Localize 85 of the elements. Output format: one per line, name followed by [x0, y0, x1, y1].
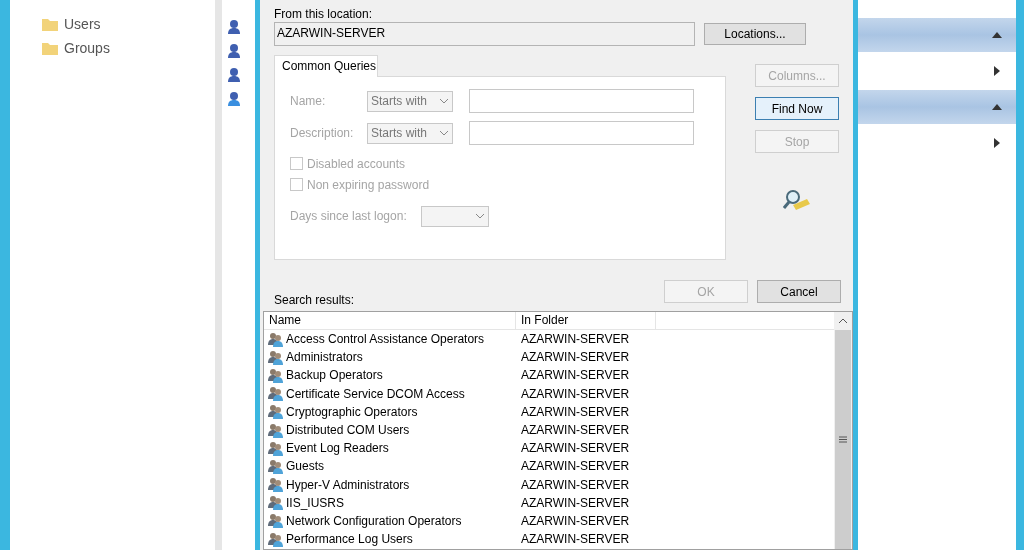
result-row[interactable]: Network Configuration Operators AZARWIN-SERVER — [264, 511, 834, 531]
location-label: From this location: — [274, 6, 374, 21]
group-name: IIS_IUSRS — [286, 494, 345, 512]
column-header[interactable]: In Folder — [516, 312, 656, 329]
arrow-icon[interactable] — [994, 66, 1000, 76]
user-group-icon — [267, 422, 284, 438]
locations-button[interactable]: Locations... — [704, 23, 806, 45]
user-icon — [228, 68, 240, 82]
result-row[interactable]: Distributed COM Users AZARWIN-SERVER — [264, 420, 834, 440]
chevron-down-icon — [475, 213, 485, 219]
folder-name: AZARWIN-SERVER — [520, 531, 630, 549]
result-row[interactable]: Cryptographic Operators AZARWIN-SERVER — [264, 402, 834, 421]
user-group-icon — [267, 404, 284, 420]
group-name: Backup Operators — [286, 367, 383, 385]
folder-name: AZARWIN-SERVER — [520, 440, 630, 458]
user-icon — [228, 44, 240, 58]
field-label: Name: — [290, 93, 327, 110]
user-group-icon — [267, 458, 284, 474]
folder-name: AZARWIN-SERVER — [520, 422, 630, 440]
group-name: Access Control Assistance Operators — [286, 331, 485, 349]
result-row[interactable]: Access Control Assistance Operators AZARWIN-SERVER — [264, 330, 834, 349]
group-name: Administrators — [286, 349, 363, 367]
result-row[interactable]: Hyper-V Administrators AZARWIN-SERVER — [264, 475, 834, 494]
folder-name: AZARWIN-SERVER — [520, 403, 630, 421]
result-row[interactable]: Guests AZARWIN-SERVER — [264, 457, 834, 476]
result-row[interactable]: Certificate Service DCOM Access AZARWIN-SERVER — [264, 384, 834, 403]
folder-icon — [42, 17, 58, 31]
column-header[interactable]: Name — [264, 312, 516, 329]
field-label: Description: — [290, 125, 355, 142]
folder-name: AZARWIN-SERVER — [520, 367, 630, 385]
folder-name: AZARWIN-SERVER — [520, 458, 630, 476]
chevron-down-icon — [439, 98, 449, 104]
group-name: Hyper-V Administrators — [286, 476, 410, 494]
collapse-icon[interactable] — [992, 32, 1002, 38]
collapse-icon[interactable] — [992, 104, 1002, 110]
folder-name: AZARWIN-SERVER — [520, 494, 630, 512]
text-field[interactable] — [469, 121, 694, 145]
result-row[interactable]: Backup Operators AZARWIN-SERVER — [264, 366, 834, 385]
scrollbar[interactable] — [834, 312, 852, 549]
scroll-up-icon[interactable] — [838, 318, 848, 324]
group-name: Performance Log Users — [286, 531, 413, 549]
pane-splitter[interactable] — [215, 0, 222, 550]
group-name: Distributed COM Users — [286, 422, 410, 440]
user-group-icon — [267, 367, 284, 383]
text-field[interactable] — [469, 89, 694, 113]
field-label: Days since last logon: — [290, 208, 408, 225]
result-row[interactable]: Administrators AZARWIN-SERVER — [264, 348, 834, 367]
checkbox-label: Non expiring password — [307, 176, 430, 194]
folder-name: AZARWIN-SERVER — [520, 476, 630, 494]
user-icon — [228, 92, 240, 106]
dialog-button[interactable]: Find Now — [755, 97, 839, 120]
dialog-button[interactable]: Cancel — [757, 280, 841, 303]
group-name: Certificate Service DCOM Access — [286, 385, 465, 403]
tree-item[interactable]: Groups — [42, 39, 215, 57]
folder-name: AZARWIN-SERVER — [520, 512, 630, 530]
chevron-down-icon — [439, 130, 449, 136]
location-field: AZARWIN-SERVER — [274, 22, 695, 46]
arrow-icon[interactable] — [994, 138, 1000, 148]
days-dropdown[interactable] — [421, 205, 489, 227]
user-group-icon — [267, 386, 284, 402]
group-name: Guests — [286, 458, 324, 476]
folder-icon — [42, 41, 58, 55]
user-group-icon — [267, 495, 284, 511]
user-group-icon — [267, 440, 284, 456]
tree-item[interactable]: Users — [42, 15, 215, 33]
group-name: Cryptographic Operators — [286, 403, 418, 421]
folder-name: AZARWIN-SERVER — [520, 349, 630, 367]
scroll-thumb[interactable] — [835, 330, 851, 549]
user-group-icon — [267, 513, 284, 529]
common-queries-tab[interactable]: Common Queries — [274, 55, 378, 77]
search-icon — [783, 189, 811, 211]
search-results-label: Search results: — [274, 292, 355, 307]
user-group-icon — [267, 349, 284, 365]
group-name: Network Configuration Operators — [286, 512, 462, 530]
result-row[interactable]: Event Log Readers AZARWIN-SERVER — [264, 439, 834, 458]
user-group-icon — [267, 531, 284, 547]
user-group-icon — [267, 331, 284, 347]
checkbox-label: Disabled accounts — [307, 155, 406, 173]
group-name: Event Log Readers — [286, 440, 389, 458]
result-row[interactable]: IIS_IUSRS AZARWIN-SERVER — [264, 493, 834, 512]
result-row[interactable]: Performance Log Users AZARWIN-SERVER — [264, 530, 834, 549]
folder-name: AZARWIN-SERVER — [520, 385, 630, 403]
user-icon — [228, 20, 240, 34]
user-group-icon — [267, 477, 284, 493]
folder-name: AZARWIN-SERVER — [520, 331, 630, 349]
